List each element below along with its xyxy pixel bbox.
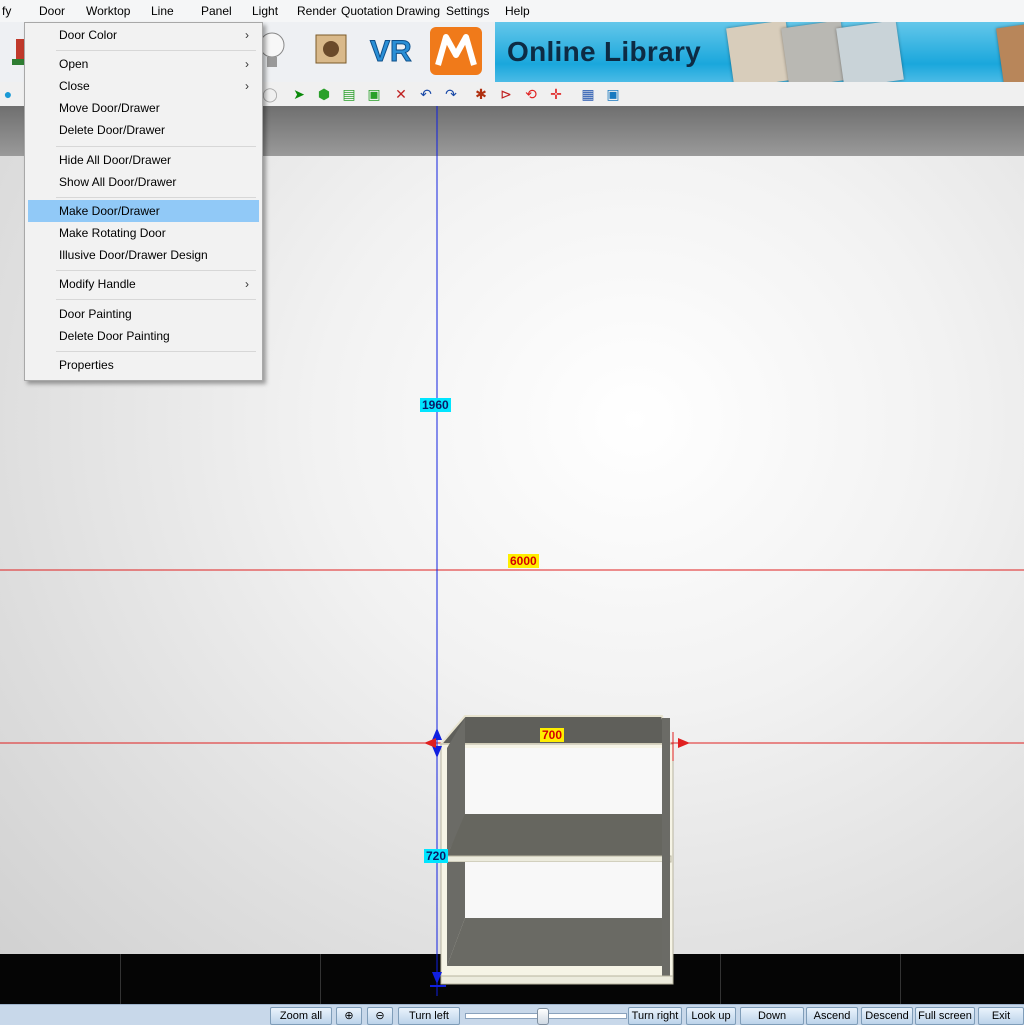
area-select-icon[interactable]: ▣: [366, 86, 382, 102]
turn-right-button[interactable]: Turn right: [628, 1007, 682, 1025]
select-arrow-icon[interactable]: ➤: [291, 86, 307, 102]
menu-separator: [56, 299, 256, 300]
menu-quotation[interactable]: Quotation: [341, 4, 393, 18]
look-up-button[interactable]: Look up: [686, 1007, 736, 1025]
menu-item-move-door-drawer[interactable]: Move Door/Drawer: [28, 97, 259, 119]
menu-item-make-door-drawer[interactable]: Make Door/Drawer: [28, 200, 259, 222]
menu-worktop[interactable]: Worktop: [86, 4, 130, 18]
map-icon[interactable]: ▤: [341, 86, 357, 102]
note-icon[interactable]: ▦: [580, 86, 596, 102]
sphere-icon[interactable]: ◯: [262, 86, 278, 102]
online-library-banner[interactable]: Online Library: [495, 22, 1024, 82]
online-library-title: Online Library: [507, 36, 702, 67]
vr-label: VR: [370, 35, 412, 68]
menu-item-illusive-door-drawer-design[interactable]: Illusive Door/Drawer Design: [28, 244, 259, 266]
status-bar: Zoom all ⊕ ⊖ Turn left Turn right Look u…: [0, 1004, 1024, 1025]
ascend-button[interactable]: Ascend: [806, 1007, 858, 1025]
menu-door[interactable]: Door: [39, 4, 65, 18]
cabinet: [438, 715, 674, 985]
zoom-in-icon[interactable]: ⊕: [336, 1007, 362, 1025]
descend-button[interactable]: Descend: [861, 1007, 913, 1025]
redo-icon[interactable]: ↷: [443, 86, 459, 102]
menu-item-delete-door-painting[interactable]: Delete Door Painting: [28, 325, 259, 347]
menu-item-show-all-door-drawer[interactable]: Show All Door/Drawer: [28, 171, 259, 193]
menu-modify[interactable]: fy: [2, 4, 11, 18]
marble-tile-image: [836, 22, 904, 82]
menu-settings[interactable]: Settings: [446, 4, 489, 18]
menu-bar: fy Door Worktop Line Panel Light Render …: [0, 0, 1024, 23]
delete-arrow-icon[interactable]: ✕: [393, 86, 409, 102]
menu-render[interactable]: Render: [297, 4, 336, 18]
menu-separator: [56, 146, 256, 147]
turn-left-button[interactable]: Turn left: [398, 1007, 460, 1025]
menu-item-door-painting[interactable]: Door Painting: [28, 303, 259, 325]
figure-icon[interactable]: ✱: [473, 86, 489, 102]
rotation-slider-thumb[interactable]: [537, 1008, 549, 1025]
wood-tile-image: [996, 22, 1024, 82]
menu-help[interactable]: Help: [505, 4, 530, 18]
window-icon[interactable]: ▣: [605, 86, 621, 102]
exit-button[interactable]: Exit: [978, 1007, 1024, 1025]
cabinet-width-dimension-label: 700: [540, 728, 565, 742]
menu-separator: [56, 197, 256, 198]
menu-item-properties[interactable]: Properties: [28, 354, 259, 376]
menu-item-hide-all-door-drawer[interactable]: Hide All Door/Drawer: [28, 149, 259, 171]
zoom-all-button[interactable]: Zoom all: [270, 1007, 332, 1025]
door-menu: Door Color › Open › Close › Move Door/Drawe…: [24, 22, 263, 381]
zoom-out-icon[interactable]: ⊖: [367, 1007, 393, 1025]
rotate-icon[interactable]: ⟲: [523, 86, 539, 102]
menu-panel[interactable]: Panel: [201, 4, 232, 18]
chevron-right-icon: ›: [245, 57, 249, 71]
render-photo-icon[interactable]: [310, 25, 352, 75]
vr-icon[interactable]: VR: [368, 25, 422, 75]
menu-line[interactable]: Line: [151, 4, 174, 18]
move-icon[interactable]: ✛: [548, 86, 564, 102]
chevron-right-icon: ›: [245, 277, 249, 291]
menu-light[interactable]: Light: [252, 4, 278, 18]
full-screen-button[interactable]: Full screen: [915, 1007, 975, 1025]
circle-icon[interactable]: ●: [0, 86, 16, 102]
menu-drawing[interactable]: Drawing: [396, 4, 440, 18]
chevron-right-icon: ›: [245, 79, 249, 93]
menu-item-make-rotating-door[interactable]: Make Rotating Door: [28, 222, 259, 244]
menu-item-open[interactable]: Open ›: [28, 53, 259, 75]
room-width-dimension-label: 6000: [508, 554, 539, 568]
undo-icon[interactable]: ↶: [418, 86, 434, 102]
chevron-right-icon: ›: [245, 28, 249, 42]
menu-item-door-color[interactable]: Door Color ›: [28, 24, 259, 46]
cube-icon[interactable]: ⬢: [316, 86, 332, 102]
menu-separator: [56, 270, 256, 271]
menu-separator: [56, 351, 256, 352]
m-logo-icon[interactable]: [430, 27, 482, 75]
menu-item-modify-handle[interactable]: Modify Handle ›: [28, 273, 259, 295]
menu-item-delete-door-drawer[interactable]: Delete Door/Drawer: [28, 119, 259, 141]
height-dimension-label: 1960: [420, 398, 451, 412]
down-button[interactable]: Down: [740, 1007, 804, 1025]
menu-separator: [56, 50, 256, 51]
cabinet-height-dimension-label: 720: [424, 849, 449, 863]
mirror-icon[interactable]: ⊳: [498, 86, 514, 102]
menu-item-close[interactable]: Close ›: [28, 75, 259, 97]
